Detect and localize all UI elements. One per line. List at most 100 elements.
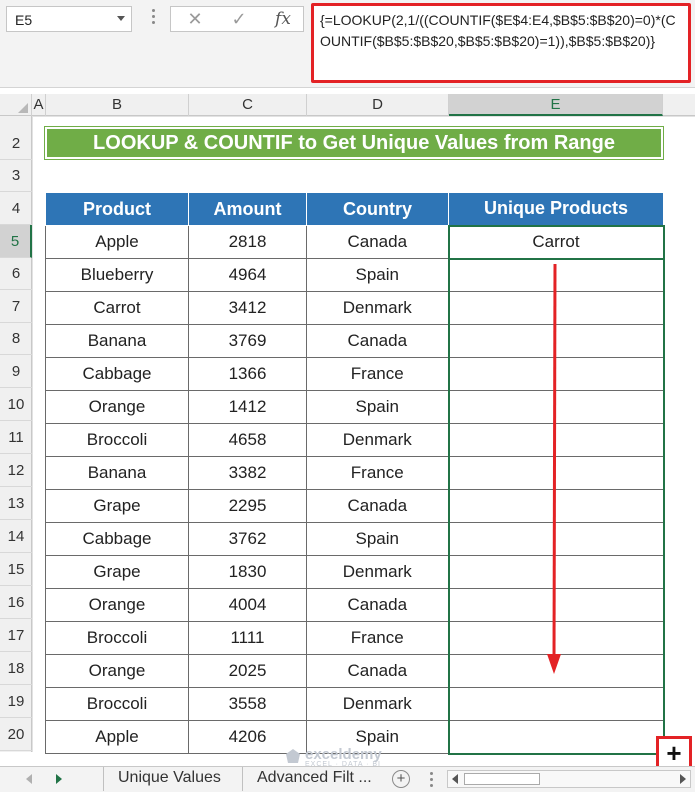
cell-amount[interactable]: 3762 (188, 522, 307, 556)
cell-product[interactable]: Blueberry (45, 258, 189, 292)
cell-product[interactable]: Orange (45, 390, 189, 424)
header-unique-products[interactable]: Unique Products (448, 192, 664, 226)
row-header-17[interactable]: 17 (0, 619, 32, 652)
cell-product[interactable]: Grape (45, 555, 189, 589)
cell-amount[interactable]: 4964 (188, 258, 307, 292)
cell-product[interactable]: Broccoli (45, 423, 189, 457)
column-header-a[interactable]: A (32, 94, 46, 116)
cell-product[interactable]: Cabbage (45, 357, 189, 391)
column-header-b[interactable]: B (46, 94, 189, 116)
tab-unique-values[interactable]: Unique Values (103, 767, 241, 791)
cell-product[interactable]: Banana (45, 456, 189, 490)
row-header-15[interactable]: 15 (0, 553, 32, 586)
tab-advanced-filter[interactable]: Advanced Filt ... (242, 767, 388, 791)
scroll-tabs-left-icon[interactable] (26, 774, 32, 784)
more-options-icon[interactable] (428, 769, 434, 789)
row-header-7[interactable]: 7 (0, 290, 32, 323)
cell-country[interactable]: Canada (306, 489, 449, 523)
cell-unique[interactable] (447, 720, 665, 755)
cell-country[interactable]: France (306, 456, 449, 490)
cell-unique[interactable]: Carrot (447, 224, 665, 260)
column-header-d[interactable]: D (307, 94, 449, 116)
cell-country[interactable]: Denmark (306, 687, 449, 721)
cell-product[interactable]: Carrot (45, 291, 189, 325)
cell-country[interactable]: Spain (306, 522, 449, 556)
cell-amount[interactable]: 3558 (188, 687, 307, 721)
horizontal-scrollbar[interactable] (447, 770, 691, 788)
cell-product[interactable]: Cabbage (45, 522, 189, 556)
cell-amount[interactable]: 1366 (188, 357, 307, 391)
table-row: Broccoli 1111 France (45, 621, 665, 655)
cell-country[interactable]: Canada (306, 324, 449, 358)
cell-amount[interactable]: 3382 (188, 456, 307, 490)
cell-country[interactable]: Denmark (306, 423, 449, 457)
cell-amount[interactable]: 2025 (188, 654, 307, 688)
cell-product[interactable]: Orange (45, 654, 189, 688)
formula-input[interactable]: {=LOOKUP(2,1/((COUNTIF($E$4:E4,$B$5:$B$2… (311, 3, 691, 83)
row-header-4[interactable]: 4 (0, 192, 32, 225)
scrollbar-thumb[interactable] (464, 773, 540, 785)
scroll-tabs-right-icon[interactable] (56, 774, 62, 784)
table-row: Cabbage 3762 Spain (45, 522, 665, 556)
cell-amount[interactable]: 4004 (188, 588, 307, 622)
cell-product[interactable]: Banana (45, 324, 189, 358)
cell-unique[interactable] (447, 687, 665, 721)
row-header-2[interactable]: 2 (0, 127, 32, 160)
scroll-right-icon[interactable] (680, 774, 686, 784)
cell-country[interactable]: France (306, 621, 449, 655)
chevron-down-icon[interactable] (117, 16, 125, 21)
add-sheet-button[interactable]: + (392, 770, 410, 788)
row-header-11[interactable]: 11 (0, 421, 32, 454)
cell-amount[interactable]: 2818 (188, 225, 307, 259)
cell-country[interactable]: Denmark (306, 555, 449, 589)
name-box[interactable]: E5 (6, 6, 132, 32)
cell-country[interactable]: Canada (306, 588, 449, 622)
cell-country[interactable]: Canada (306, 654, 449, 688)
cancel-icon[interactable]: ✕ (173, 7, 217, 31)
cell-amount[interactable]: 1830 (188, 555, 307, 589)
row-header-10[interactable]: 10 (0, 388, 32, 421)
column-header-e[interactable]: E (449, 94, 663, 116)
cell-amount[interactable]: 1111 (188, 621, 307, 655)
cell-amount[interactable]: 4658 (188, 423, 307, 457)
row-header-20[interactable]: 20 (0, 718, 32, 751)
formula-text: {=LOOKUP(2,1/((COUNTIF($E$4:E4,$B$5:$B$2… (320, 12, 676, 49)
header-product[interactable]: Product (45, 192, 189, 226)
row-header-19[interactable]: 19 (0, 685, 32, 718)
cell-product[interactable]: Apple (45, 720, 189, 754)
cell-product[interactable]: Grape (45, 489, 189, 523)
column-header-c[interactable]: C (189, 94, 307, 116)
row-header-8[interactable]: 8 (0, 322, 32, 355)
cell-product[interactable]: Broccoli (45, 687, 189, 721)
cell-amount[interactable]: 1412 (188, 390, 307, 424)
row-header-14[interactable]: 14 (0, 520, 32, 553)
logo-icon (286, 749, 300, 763)
row-header-6[interactable]: 6 (0, 257, 32, 290)
insert-function-button[interactable]: fx (261, 7, 305, 31)
row-header-13[interactable]: 13 (0, 487, 32, 520)
enter-icon[interactable]: ✓ (217, 7, 261, 31)
cell-country[interactable]: Denmark (306, 291, 449, 325)
cell-amount[interactable]: 3412 (188, 291, 307, 325)
row-header-16[interactable]: 16 (0, 586, 32, 619)
cell-country[interactable]: Spain (306, 390, 449, 424)
table-row: Grape 2295 Canada (45, 489, 665, 523)
cell-product[interactable]: Apple (45, 225, 189, 259)
row-header-5[interactable]: 5 (0, 225, 32, 258)
row-header-9[interactable]: 9 (0, 355, 32, 388)
cell-product[interactable]: Broccoli (45, 621, 189, 655)
cell-amount[interactable]: 2295 (188, 489, 307, 523)
header-amount[interactable]: Amount (188, 192, 307, 226)
select-all-corner[interactable] (0, 94, 32, 116)
header-country[interactable]: Country (306, 192, 449, 226)
row-header-3[interactable]: 3 (0, 159, 32, 192)
scroll-left-icon[interactable] (452, 774, 458, 784)
cell-country[interactable]: Spain (306, 258, 449, 292)
row-header-18[interactable]: 18 (0, 652, 32, 685)
cell-country[interactable]: Canada (306, 225, 449, 259)
row-header-12[interactable]: 12 (0, 454, 32, 487)
cell-amount[interactable]: 3769 (188, 324, 307, 358)
cell-product[interactable]: Orange (45, 588, 189, 622)
drag-handle-icon[interactable] (150, 6, 156, 32)
cell-country[interactable]: France (306, 357, 449, 391)
